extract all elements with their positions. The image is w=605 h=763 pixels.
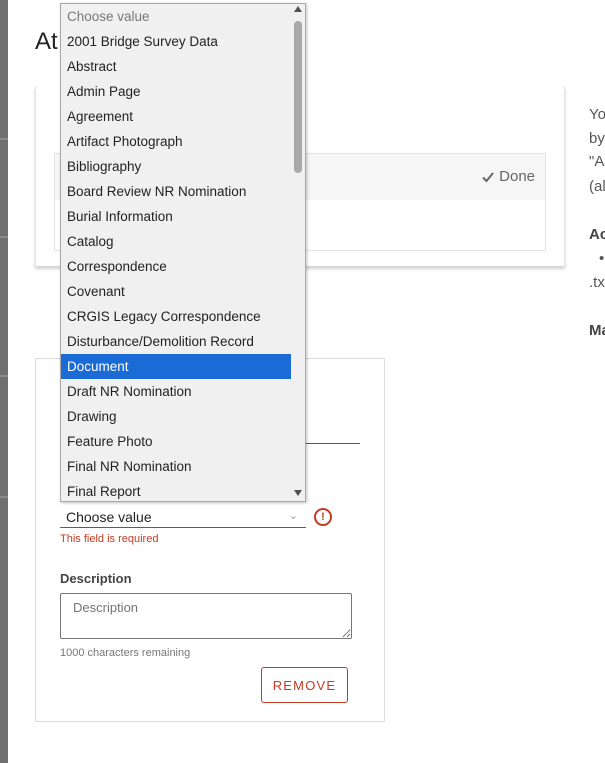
help-line: .tx [589,274,605,291]
dropdown-option[interactable]: Bibliography [61,154,291,179]
help-line: "A [589,153,605,170]
dropdown-option[interactable]: Drawing [61,404,291,429]
scroll-up-arrow-icon[interactable] [294,6,302,12]
upload-status: Done [481,168,535,185]
dropdown-option[interactable]: Board Review NR Nomination [61,179,291,204]
help-heading: Ma [589,322,605,339]
dropdown-option[interactable]: 2001 Bridge Survey Data [61,29,291,54]
help-line: by [589,130,605,147]
dropdown-option[interactable]: Draft NR Nomination [61,379,291,404]
description-input[interactable] [60,593,352,639]
dropdown-option[interactable]: Disturbance/Demolition Record [61,329,291,354]
dropdown-option[interactable]: Document [61,354,291,379]
error-icon: ! [314,508,332,526]
dropdown-option[interactable]: Burial Information [61,204,291,229]
dropdown-option[interactable]: CRGIS Legacy Correspondence [61,304,291,329]
dropdown-option[interactable]: Correspondence [61,254,291,279]
help-heading: Ac [589,226,605,243]
help-line: Yo [589,106,605,123]
dropdown-placeholder-option[interactable]: Choose value [61,4,291,29]
remove-button[interactable]: REMOVE [261,667,348,703]
description-label: Description [60,571,132,586]
dropdown-scrollbar[interactable] [291,4,305,501]
dropdown-option[interactable]: Final NR Nomination [61,454,291,479]
help-line: (al [589,178,605,195]
document-type-select[interactable]: Choose value ⌄ [60,507,306,528]
dropdown-option[interactable]: Abstract [61,54,291,79]
dropdown-option[interactable]: Admin Page [61,79,291,104]
modal-title: At [35,28,58,55]
document-type-dropdown[interactable]: Choose value 2001 Bridge Survey Data Abstr… [60,3,306,502]
done-label: Done [499,168,535,185]
chevron-down-icon: ⌄ [288,510,298,522]
dropdown-option[interactable]: Final Report [61,479,291,501]
dropdown-option[interactable]: Agreement [61,104,291,129]
dropdown-option[interactable]: Artifact Photograph [61,129,291,154]
help-bullet: • [599,250,605,267]
dropdown-option[interactable]: Catalog [61,229,291,254]
select-value: Choose value [66,509,152,525]
dropdown-option[interactable]: Covenant [61,279,291,304]
dropdown-option[interactable]: Feature Photo [61,429,291,454]
error-message: This field is required [60,533,159,545]
chars-remaining: 1000 characters remaining [60,647,191,659]
scroll-thumb[interactable] [294,21,302,173]
check-icon [482,171,494,182]
modal-backdrop[interactable] [0,0,8,763]
scroll-down-arrow-icon[interactable] [294,490,302,496]
